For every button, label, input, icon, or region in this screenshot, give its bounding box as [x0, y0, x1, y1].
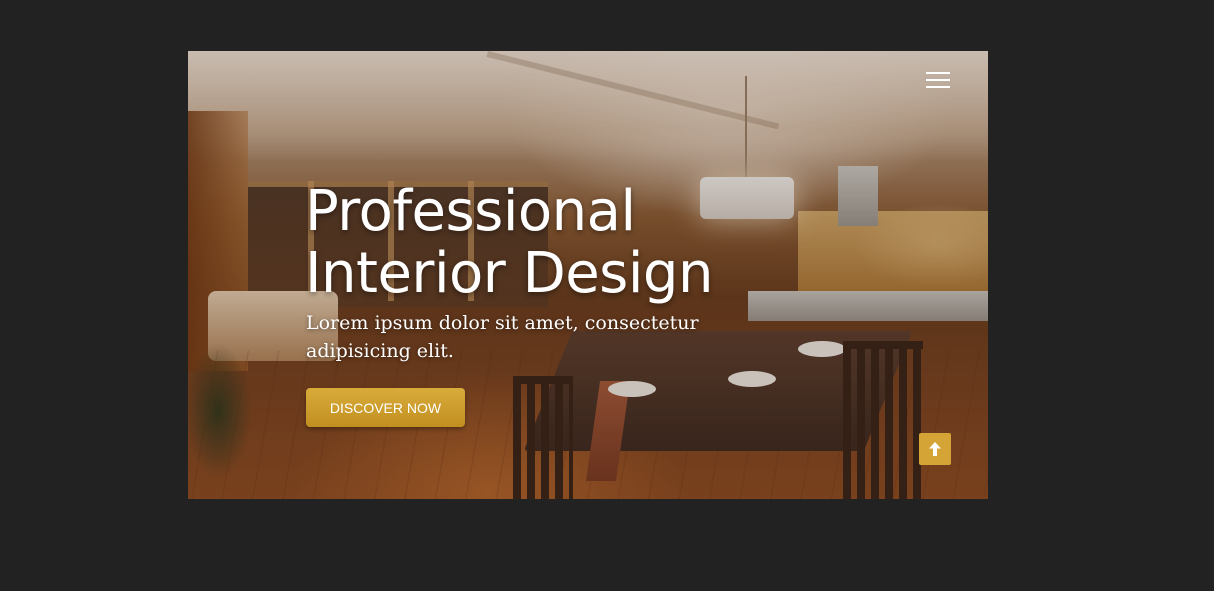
scroll-to-top-button[interactable]: [919, 433, 951, 465]
arrow-up-icon: [929, 442, 941, 456]
hamburger-menu-icon: [926, 72, 950, 74]
hamburger-menu-icon-line: [926, 79, 950, 81]
discover-now-button[interactable]: Discover now: [306, 388, 465, 427]
hero-subtitle: Lorem ipsum dolor sit amet, consectetur …: [306, 312, 699, 362]
page-viewport: Professional Interior Design Lorem ipsum…: [0, 0, 1214, 591]
hero-title-line-1: Professional: [305, 179, 636, 244]
hamburger-menu-icon-line: [926, 86, 950, 88]
hamburger-menu-button[interactable]: [924, 69, 952, 91]
hero-title: Professional Interior Design: [305, 181, 825, 305]
hero-section: Professional Interior Design Lorem ipsum…: [188, 51, 988, 499]
hero-title-line-2: Interior Design: [305, 241, 713, 306]
